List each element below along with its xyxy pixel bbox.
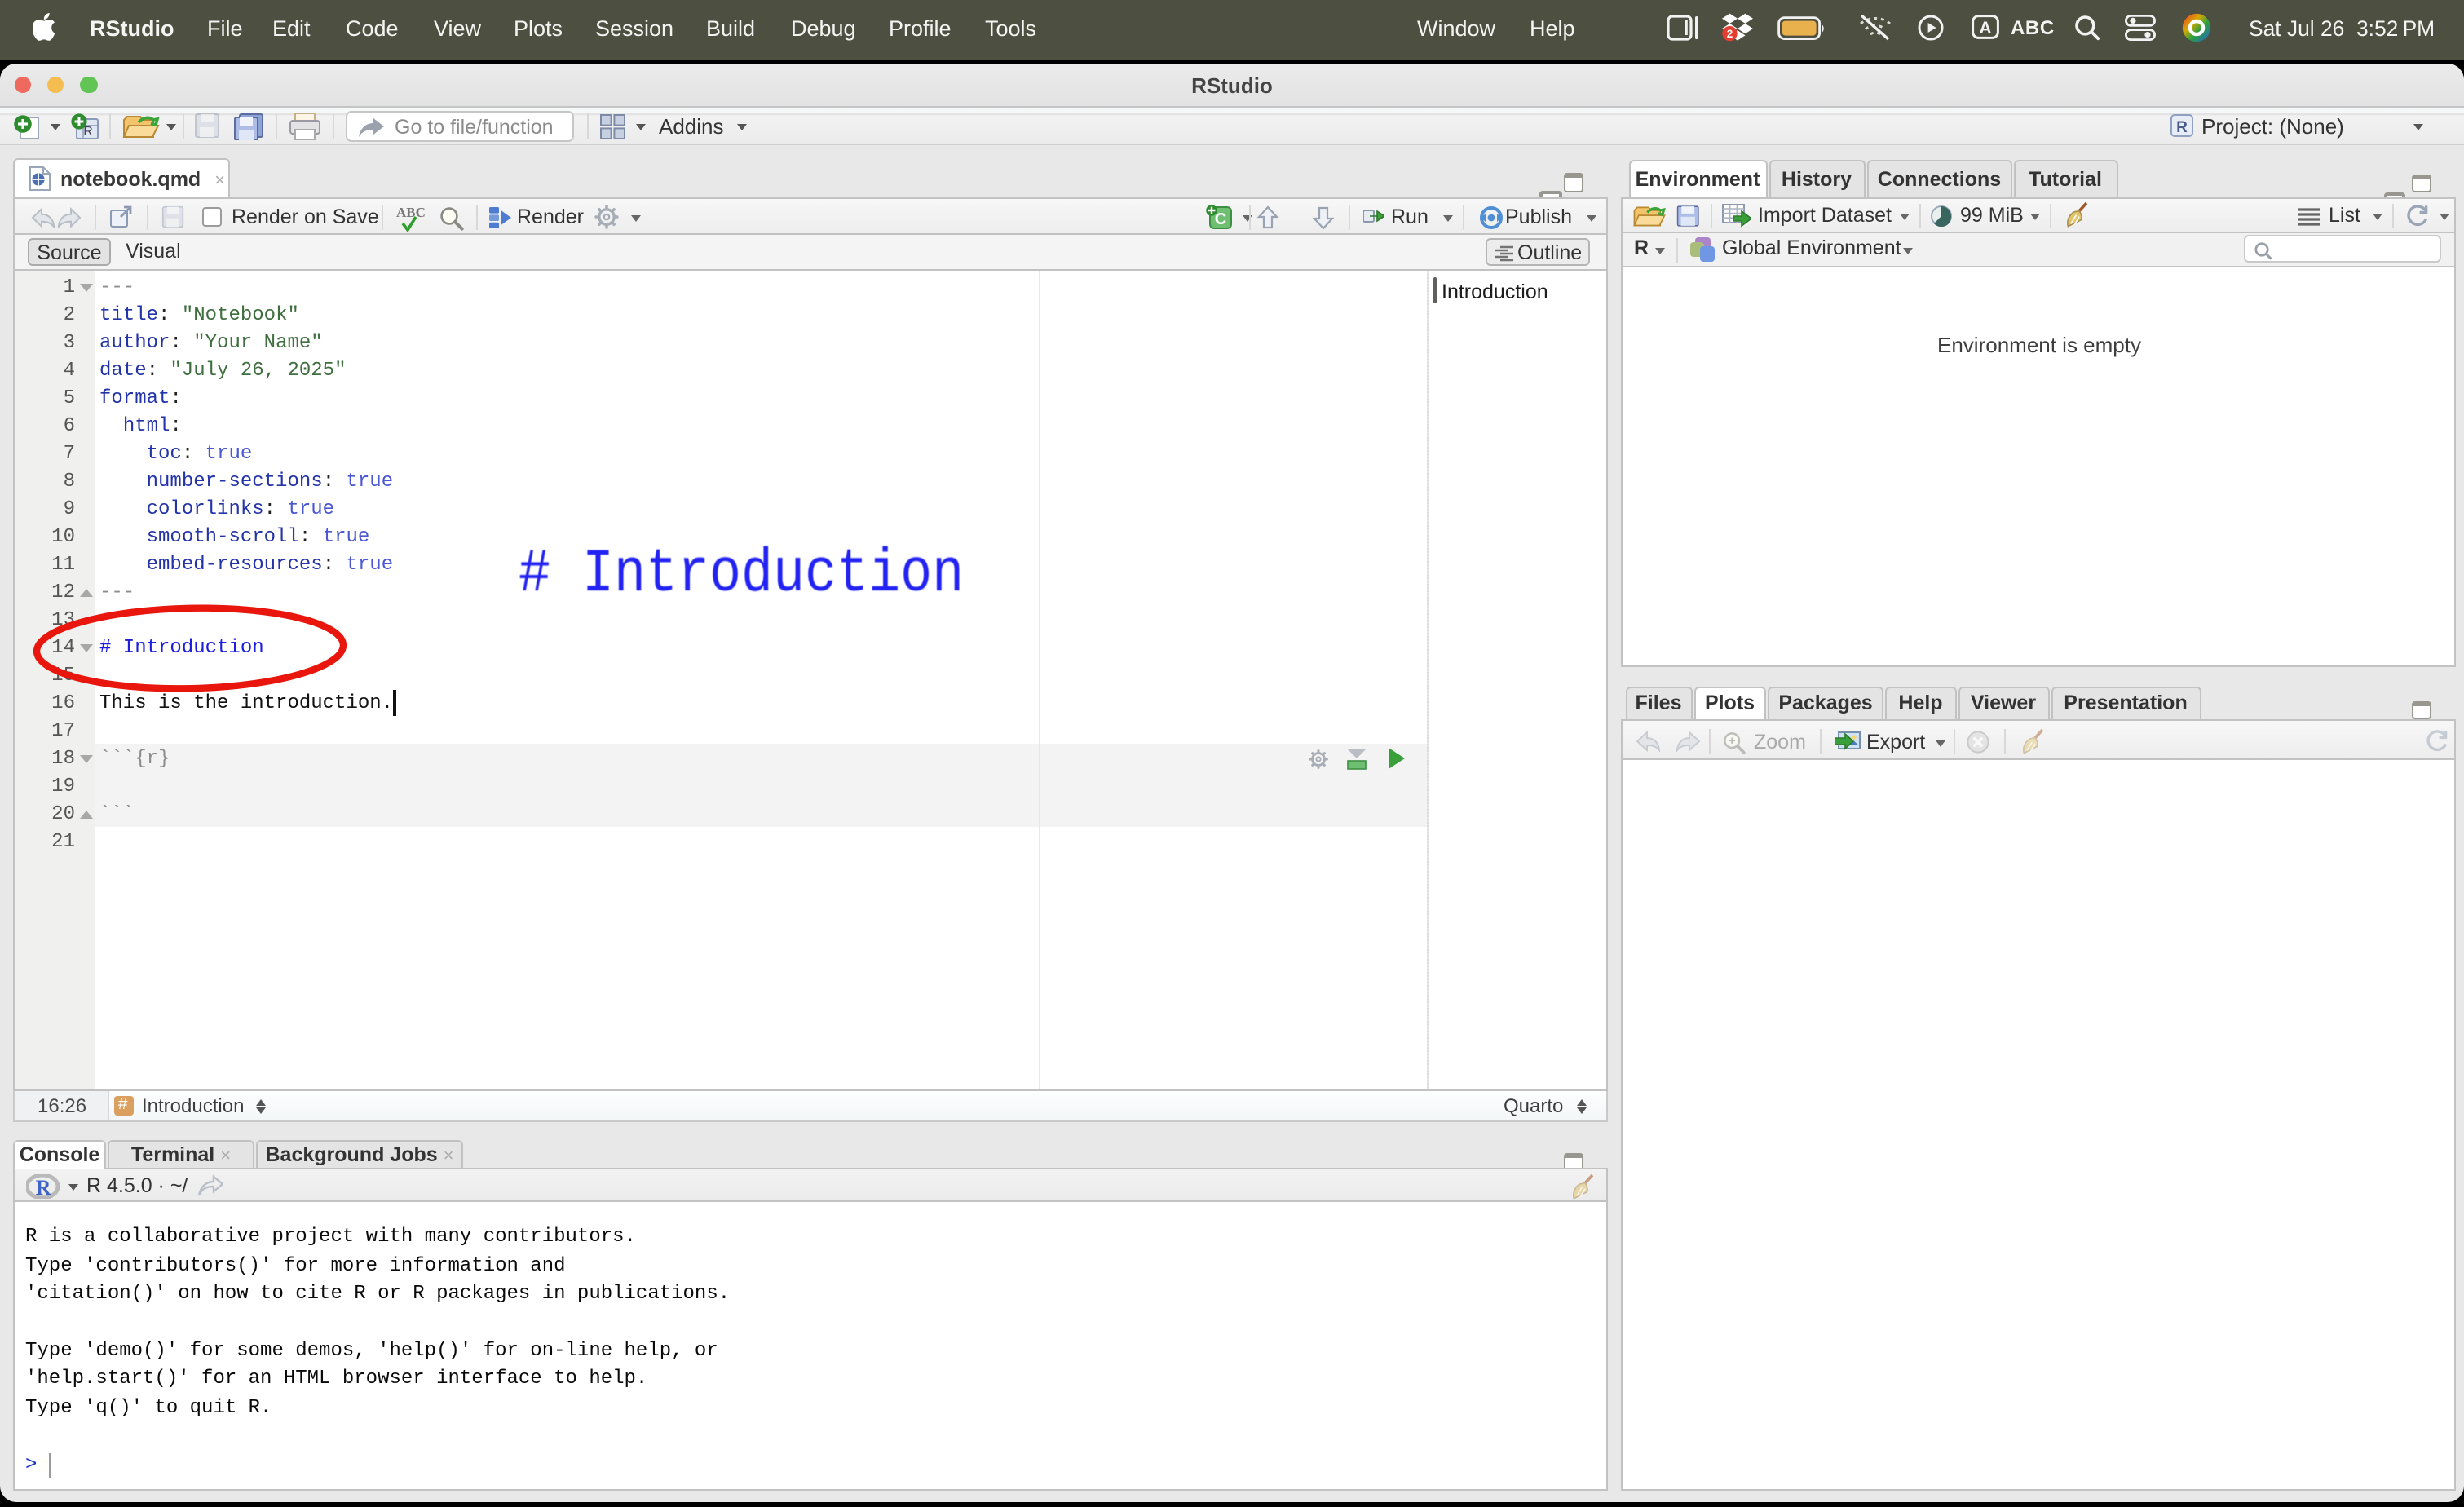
svg-text:R: R xyxy=(2176,118,2188,135)
svg-text:2: 2 xyxy=(1727,28,1733,40)
svg-text:R: R xyxy=(36,1176,51,1199)
svg-text:ABC: ABC xyxy=(396,204,426,219)
svg-text:A: A xyxy=(1979,19,1991,38)
